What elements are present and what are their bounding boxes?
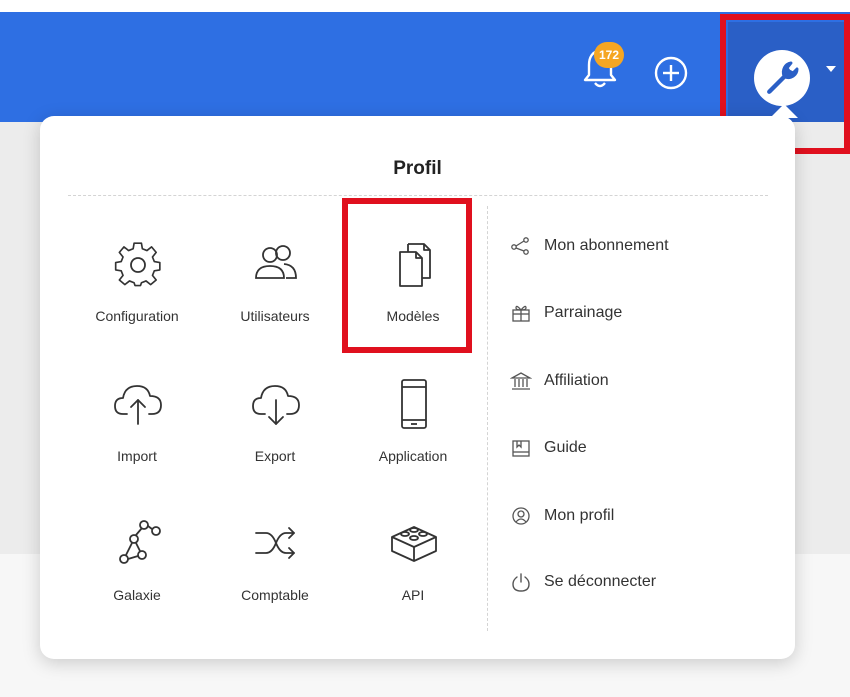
tile-label: API — [401, 587, 425, 603]
link-label: Mon profil — [544, 507, 615, 524]
shuffle-icon — [255, 527, 295, 559]
documents-icon — [399, 243, 431, 287]
dropdown-pointer — [770, 104, 798, 118]
link-mon-abonnement[interactable]: Mon abonnement — [510, 232, 669, 260]
link-label: Guide — [544, 439, 587, 456]
link-mon-profil[interactable]: Mon profil — [510, 502, 614, 530]
tile-configuration[interactable]: Configuration — [74, 238, 200, 358]
chevron-down-icon — [826, 66, 836, 72]
dropdown-title: Profil — [393, 158, 442, 179]
gear-icon — [114, 242, 161, 287]
tile-label: Utilisateurs — [240, 308, 310, 324]
link-label: Parrainage — [544, 304, 623, 321]
gift-icon — [512, 305, 530, 322]
lego-brick-icon — [391, 526, 437, 562]
tile-comptable[interactable]: Comptable — [212, 517, 338, 637]
tile-utilisateurs[interactable]: Utilisateurs — [212, 238, 338, 358]
link-guide[interactable]: Guide — [510, 434, 587, 462]
cloud-download-icon — [252, 385, 300, 425]
phone-icon — [401, 379, 427, 429]
top-bar — [0, 12, 850, 122]
tile-label: Galaxie — [113, 587, 161, 603]
tile-modeles[interactable]: Modèles — [350, 238, 476, 358]
book-icon — [512, 440, 530, 457]
wrench-icon — [767, 61, 799, 94]
link-label: Se déconnecter — [544, 573, 657, 590]
link-affiliation[interactable]: Affiliation — [510, 367, 609, 395]
bank-icon — [510, 372, 532, 390]
add-button[interactable] — [653, 55, 689, 91]
divider-horizontal — [68, 195, 768, 196]
link-parrainage[interactable]: Parrainage — [510, 299, 622, 327]
logout-link[interactable]: Se déconnecter — [510, 568, 656, 596]
tile-label: Import — [117, 448, 157, 464]
tile-import[interactable]: Import — [74, 378, 200, 498]
tile-galaxie[interactable]: Galaxie — [74, 517, 200, 637]
users-icon — [255, 245, 297, 279]
tile-export[interactable]: Export — [212, 378, 338, 498]
divider-vertical — [487, 206, 488, 631]
tile-label: Configuration — [95, 308, 179, 324]
cloud-upload-icon — [114, 385, 162, 425]
tile-label: Export — [254, 448, 296, 464]
tile-api[interactable]: API — [350, 517, 476, 637]
plus-circle-icon — [654, 56, 688, 90]
share-icon — [511, 237, 529, 255]
tile-application[interactable]: Application — [350, 378, 476, 498]
settings-avatar[interactable] — [754, 50, 810, 106]
tile-label: Modèles — [386, 308, 440, 324]
tile-label: Application — [378, 448, 448, 464]
nodes-icon — [119, 520, 161, 564]
link-label: Mon abonnement — [544, 237, 669, 254]
power-icon — [512, 573, 530, 592]
link-label: Affiliation — [544, 372, 609, 389]
profile-icon — [512, 507, 530, 525]
tile-label: Comptable — [241, 587, 309, 603]
notification-badge: 172 — [594, 42, 624, 68]
